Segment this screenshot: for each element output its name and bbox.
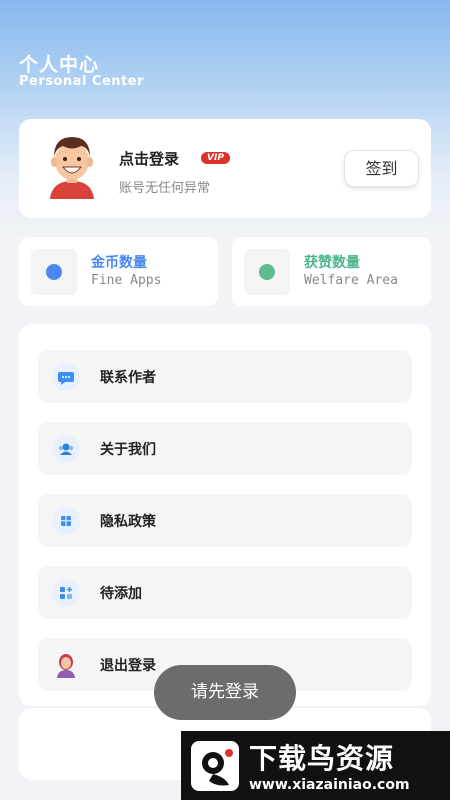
login-prompt[interactable]: 点击登录: [119, 148, 179, 169]
menu-item-contact-author[interactable]: 联系作者: [38, 350, 412, 403]
menu-label: 退出登录: [100, 658, 156, 674]
likes-count-subtitle: Welfare Area: [304, 273, 398, 288]
page-title: 个人中心: [19, 54, 100, 76]
likes-dot: [259, 264, 275, 280]
likes-count-title: 获赞数量: [304, 255, 360, 271]
shield-icon: [52, 507, 80, 535]
menu-label: 联系作者: [100, 370, 156, 386]
likes-count-card[interactable]: 获赞数量 Welfare Area: [232, 237, 431, 306]
menu-item-to-be-added[interactable]: 待添加: [38, 566, 412, 619]
coin-count-title: 金币数量: [91, 255, 147, 271]
coin-count-card[interactable]: 金币数量 Fine Apps: [19, 237, 218, 306]
signin-button[interactable]: 签到: [344, 150, 419, 187]
apps-add-icon: [52, 579, 80, 607]
menu-label: 待添加: [100, 586, 142, 602]
profile-card[interactable]: 点击登录 VIP 账号无任何异常 签到: [19, 119, 431, 218]
menu-label: 关于我们: [100, 442, 156, 458]
coin-icon: [31, 249, 77, 295]
menu-item-privacy-policy[interactable]: 隐私政策: [38, 494, 412, 547]
menu-panel: 联系作者 关于我们 隐私政策 待添加 退出登录: [19, 324, 431, 706]
coin-dot: [46, 264, 62, 280]
watermark-title: 下载鸟资源: [249, 742, 395, 775]
menu-label: 隐私政策: [100, 514, 156, 530]
watermark-url: www.xiazainiao.com: [249, 777, 410, 793]
user-group-icon: [52, 435, 80, 463]
page-subtitle: Personal Center: [19, 74, 144, 89]
menu-item-about-us[interactable]: 关于我们: [38, 422, 412, 475]
likes-icon: [244, 249, 290, 295]
chat-icon: [52, 363, 80, 391]
bird-logo-icon: [191, 741, 239, 791]
account-status: 账号无任何异常: [119, 181, 211, 196]
avatar[interactable]: [45, 133, 99, 199]
vip-badge: VIP: [201, 152, 230, 164]
toast-message: 请先登录: [154, 665, 296, 720]
watermark-logo: 下载鸟资源 www.xiazainiao.com: [181, 731, 450, 800]
woman-avatar-icon: [52, 651, 80, 679]
coin-count-subtitle: Fine Apps: [91, 273, 162, 288]
